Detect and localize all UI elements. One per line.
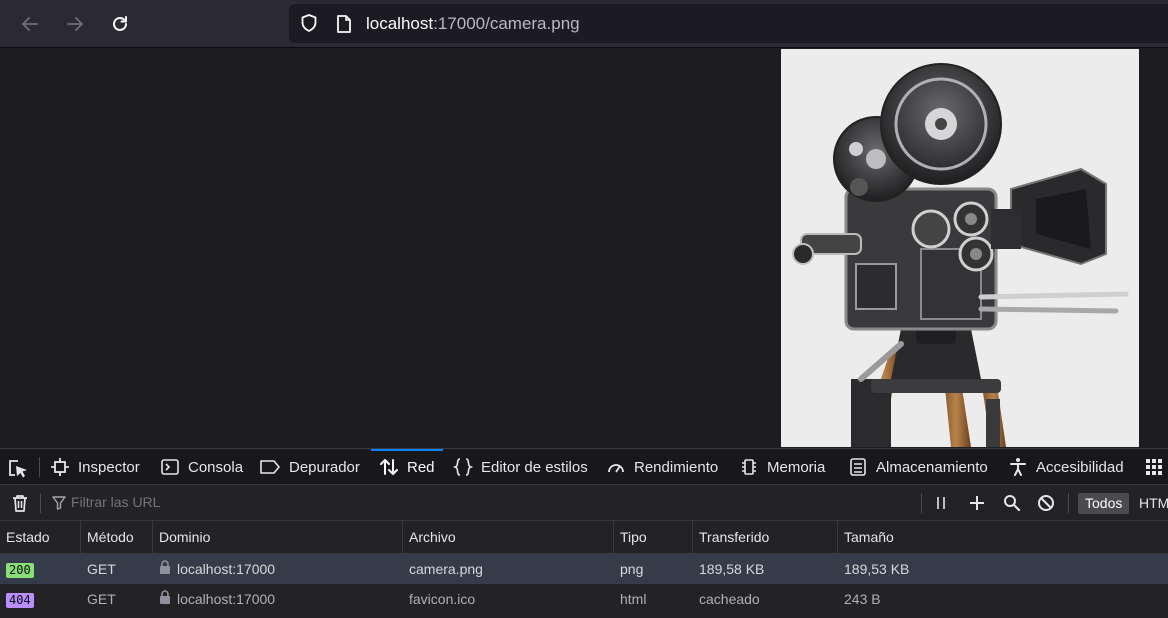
tab-debugger[interactable]: Depurador bbox=[259, 449, 360, 485]
trash-icon bbox=[13, 495, 27, 512]
new-request-button[interactable] bbox=[968, 494, 986, 517]
memory-icon bbox=[739, 457, 759, 477]
url-path: :17000/camera.png bbox=[433, 14, 580, 33]
search-icon bbox=[1004, 495, 1021, 512]
cell-size: 189,53 KB bbox=[844, 561, 910, 577]
url-host: localhost bbox=[366, 14, 434, 33]
url-filter-input[interactable] bbox=[71, 494, 911, 510]
tab-label: Editor de estilos bbox=[481, 458, 588, 476]
block-button[interactable] bbox=[1037, 494, 1055, 517]
arrow-left-icon bbox=[22, 17, 38, 31]
tab-inspector[interactable]: Inspector bbox=[50, 449, 140, 485]
style-editor-icon bbox=[453, 457, 473, 477]
status-badge: 404 bbox=[6, 593, 34, 608]
tab-label: Memoria bbox=[767, 458, 826, 476]
camera-image bbox=[781, 49, 1139, 447]
cell-method: GET bbox=[87, 591, 116, 607]
tab-performance[interactable]: Rendimiento bbox=[606, 449, 718, 485]
cell-method: GET bbox=[87, 561, 116, 577]
cell-transferred: cacheado bbox=[699, 591, 760, 607]
tab-memory[interactable]: Memoria bbox=[739, 449, 825, 485]
column-header-method[interactable]: Método bbox=[81, 521, 153, 553]
tab-style-editor[interactable]: Editor de estilos bbox=[453, 449, 588, 485]
lock-icon bbox=[159, 584, 171, 614]
shield-icon[interactable] bbox=[299, 13, 319, 33]
tab-label: Rendimiento bbox=[634, 458, 719, 476]
cell-transferred: 189,58 KB bbox=[699, 561, 765, 577]
column-header-domain[interactable]: Dominio bbox=[153, 521, 403, 553]
table-row[interactable]: 404 GET localhost:17000 favicon.ico html… bbox=[0, 584, 1168, 614]
cell-domain-text: localhost:17000 bbox=[177, 561, 276, 577]
filter-icon bbox=[52, 496, 66, 515]
pause-button[interactable] bbox=[934, 495, 948, 516]
cell-domain: localhost:17000 bbox=[153, 584, 275, 614]
tab-label: Consola bbox=[188, 458, 244, 476]
column-header-status[interactable]: Estado bbox=[0, 521, 81, 553]
reload-button[interactable] bbox=[104, 8, 136, 40]
tab-label: Inspector bbox=[78, 458, 140, 476]
devtools-tabbar: Inspector Consola Depurador Red Editor d… bbox=[0, 449, 1168, 485]
status-badge: 200 bbox=[6, 563, 34, 578]
url-bar[interactable]: localhost:17000/camera.png bbox=[289, 4, 1168, 43]
network-icon bbox=[379, 457, 399, 477]
column-header-size[interactable]: Tamaño bbox=[838, 521, 1168, 553]
page-icon[interactable] bbox=[335, 14, 353, 34]
search-button[interactable] bbox=[1003, 494, 1021, 517]
block-icon bbox=[1038, 495, 1054, 511]
filter-separator bbox=[921, 493, 922, 513]
tabbar-separator bbox=[39, 457, 40, 477]
cell-domain: localhost:17000 bbox=[153, 554, 275, 584]
requests-table-header: Estado Método Dominio Archivo Tipo Trans… bbox=[0, 521, 1168, 554]
performance-icon bbox=[606, 457, 626, 477]
network-filter-bar: Todos HTML bbox=[0, 485, 1168, 521]
tab-label: Almacenamiento bbox=[876, 458, 988, 476]
cell-type: png bbox=[620, 561, 644, 577]
tab-storage[interactable]: Almacenamiento bbox=[848, 449, 988, 485]
inspector-icon bbox=[50, 457, 70, 477]
cell-domain-text: localhost:17000 bbox=[177, 591, 276, 607]
column-header-file[interactable]: Archivo bbox=[403, 521, 614, 553]
forward-button[interactable] bbox=[59, 8, 91, 40]
browser-toolbar: localhost:17000/camera.png bbox=[0, 0, 1168, 48]
grid-icon bbox=[1146, 459, 1162, 475]
accessibility-icon bbox=[1008, 457, 1028, 477]
cell-file: favicon.ico bbox=[409, 591, 476, 607]
tab-network[interactable]: Red bbox=[371, 449, 443, 485]
url-text[interactable]: localhost:17000/camera.png bbox=[366, 14, 580, 34]
filter-all-button[interactable]: Todos bbox=[1078, 493, 1130, 514]
tab-label: Accesibilidad bbox=[1036, 458, 1124, 476]
column-header-transferred[interactable]: Transferido bbox=[693, 521, 838, 553]
cell-file: camera.png bbox=[409, 561, 483, 577]
filter-html-button[interactable]: HTML bbox=[1139, 495, 1168, 511]
tab-console[interactable]: Consola bbox=[160, 449, 243, 485]
lock-icon bbox=[159, 554, 171, 584]
filter-separator bbox=[40, 493, 41, 513]
tab-label: Depurador bbox=[289, 458, 360, 476]
reload-icon bbox=[113, 16, 127, 31]
debugger-icon bbox=[259, 458, 281, 476]
element-picker-icon bbox=[9, 460, 27, 478]
plus-icon bbox=[970, 496, 984, 510]
table-row[interactable]: 200 GET localhost:17000 camera.png png 1… bbox=[0, 554, 1168, 584]
column-header-type[interactable]: Tipo bbox=[614, 521, 693, 553]
cell-size: 243 B bbox=[844, 591, 881, 607]
tab-accessibility[interactable]: Accesibilidad bbox=[1008, 449, 1124, 485]
pause-icon bbox=[937, 497, 945, 509]
back-button[interactable] bbox=[14, 8, 46, 40]
devtools-panel: Inspector Consola Depurador Red Editor d… bbox=[0, 448, 1168, 618]
element-picker-button[interactable] bbox=[6, 457, 34, 479]
clear-button[interactable] bbox=[11, 493, 29, 518]
console-icon bbox=[160, 457, 180, 477]
page-viewport bbox=[0, 48, 1168, 448]
more-tools-button[interactable] bbox=[1145, 458, 1164, 482]
tab-label: Red bbox=[407, 458, 435, 476]
arrow-right-icon bbox=[67, 17, 83, 31]
filter-separator bbox=[1068, 493, 1069, 513]
cell-type: html bbox=[620, 591, 647, 607]
storage-icon bbox=[848, 457, 868, 477]
